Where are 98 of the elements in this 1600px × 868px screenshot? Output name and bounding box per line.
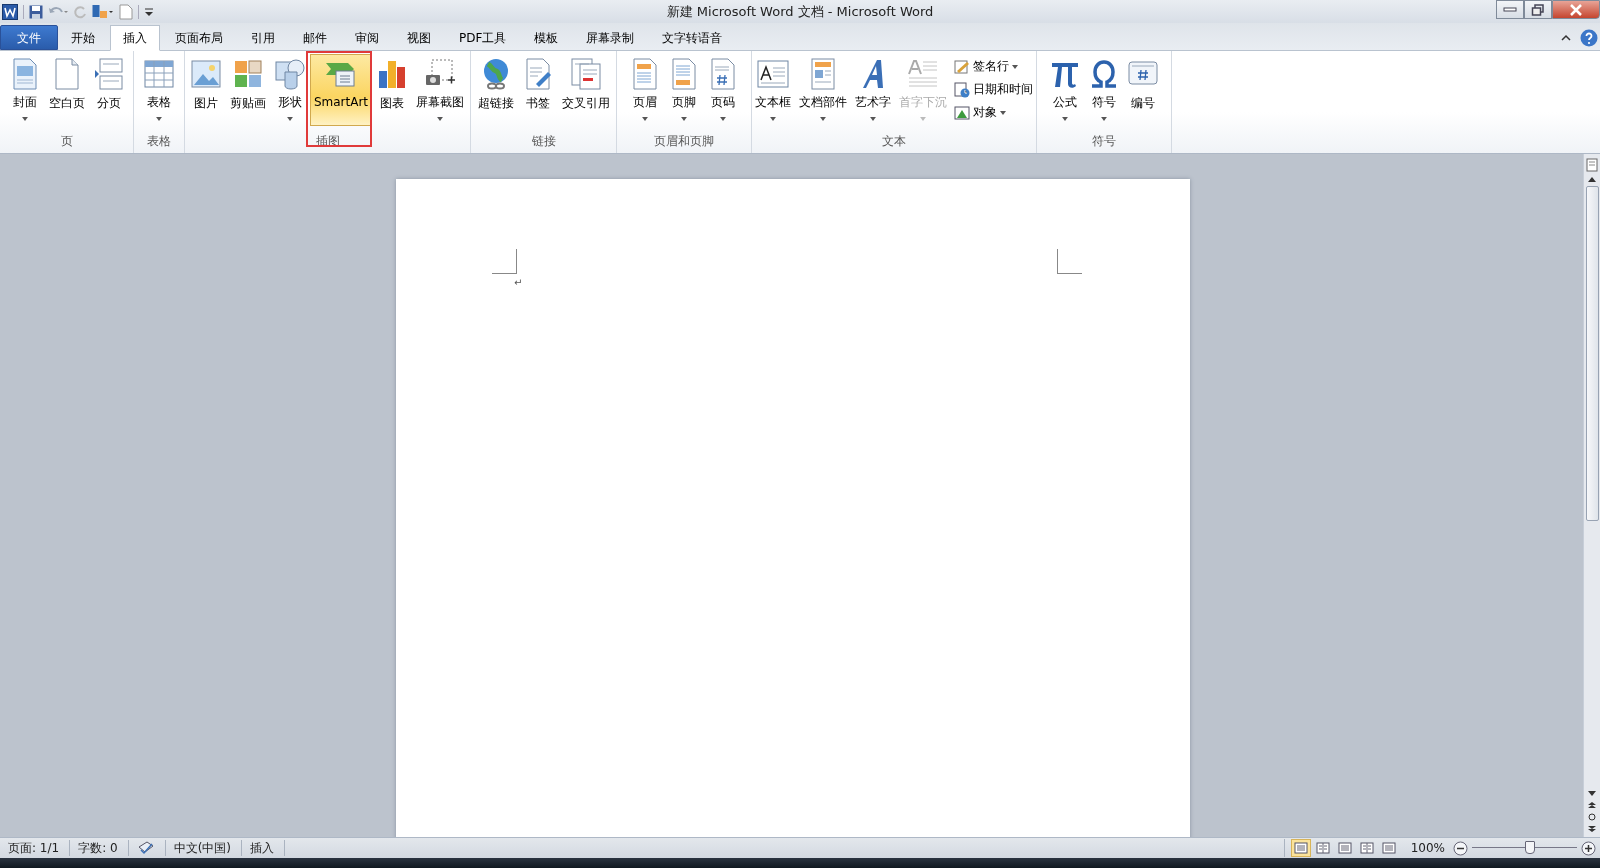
file-tab[interactable]: 文件 xyxy=(0,25,58,50)
ribbon-button[interactable]: 艺术字 xyxy=(851,54,895,126)
ribbon-button[interactable]: 书签 xyxy=(518,54,557,126)
print-layout-view-button[interactable] xyxy=(1290,839,1311,857)
ribbon-button[interactable]: 公式 xyxy=(1046,54,1084,126)
ribbon-button[interactable]: 封面 xyxy=(5,54,44,126)
ribbon-button[interactable]: 空白页 xyxy=(44,54,89,126)
status-item[interactable]: 插入 xyxy=(242,840,286,856)
paragraph-mark: ↵ xyxy=(514,277,523,288)
group-label: 表格 xyxy=(146,133,172,150)
ribbon-tab[interactable]: PDF工具 xyxy=(446,25,520,50)
status-item[interactable]: 中文(中国) xyxy=(165,840,243,856)
date-time-icon xyxy=(954,81,970,98)
status-item[interactable]: 字数: 0 xyxy=(70,840,129,856)
group-label: 页眉和页脚 xyxy=(653,133,715,150)
next-page-icon[interactable] xyxy=(1588,825,1596,833)
blank-page-icon xyxy=(52,58,81,90)
ribbon-button[interactable]: 日期和时间 xyxy=(951,79,1036,100)
ribbon-tab[interactable]: 屏幕录制 xyxy=(573,25,648,50)
ribbon-button[interactable]: 页码 xyxy=(704,54,742,126)
ribbon-button[interactable]: 编号 xyxy=(1124,54,1162,126)
bookmark-icon xyxy=(523,58,552,90)
ribbon-tab[interactable]: 插入 xyxy=(110,25,160,51)
ribbon-tab[interactable]: 开始 xyxy=(58,25,108,50)
collapse-ribbon-icon[interactable] xyxy=(1560,33,1572,43)
ribbon-button[interactable]: 页眉 xyxy=(626,54,664,126)
group-label: 页 xyxy=(59,133,74,150)
scroll-up-icon[interactable] xyxy=(1588,176,1596,182)
bar-chart-icon xyxy=(377,59,408,89)
proofing-icon[interactable] xyxy=(136,841,155,855)
ribbon-button[interactable]: 形状 xyxy=(270,54,309,126)
previous-page-icon[interactable] xyxy=(1588,801,1596,809)
signature-line-icon xyxy=(954,58,970,75)
ribbon-button[interactable]: 交叉引用 xyxy=(557,54,614,126)
zoom-level[interactable]: 100% xyxy=(1398,841,1453,855)
restore-button[interactable] xyxy=(1524,0,1552,19)
page-layout-icon[interactable] xyxy=(92,3,114,20)
clip-art-icon xyxy=(233,60,262,88)
margin-corner-mark xyxy=(1057,249,1082,274)
text-box-icon xyxy=(757,59,790,88)
ribbon-button[interactable]: 对象 xyxy=(951,102,1036,123)
cover-page-icon xyxy=(10,57,39,90)
ribbon-tab[interactable]: 模板 xyxy=(521,25,572,50)
zoom-slider[interactable] xyxy=(1472,840,1577,856)
help-icon[interactable] xyxy=(1580,29,1598,47)
page-number-icon xyxy=(710,57,736,90)
page-break-icon xyxy=(93,58,124,90)
object-icon xyxy=(954,104,970,121)
ribbon-button[interactable]: 文档部件 xyxy=(795,54,851,126)
ribbon-button[interactable]: 签名行 xyxy=(951,56,1036,77)
ruler-toggle-icon[interactable] xyxy=(1586,158,1598,172)
ribbon-button[interactable]: 剪贴画 xyxy=(225,54,270,126)
ribbon-tab[interactable]: 页面布局 xyxy=(162,25,236,50)
ribbon-button[interactable]: 超链接 xyxy=(473,54,518,126)
save-icon[interactable] xyxy=(29,4,43,19)
restore-icon xyxy=(1531,3,1545,16)
zoom-out-icon[interactable] xyxy=(1453,840,1468,856)
margin-corner-mark xyxy=(492,249,517,274)
ribbon-tab[interactable]: 引用 xyxy=(238,25,288,50)
picture-icon xyxy=(190,60,221,88)
drop-cap-icon xyxy=(906,57,939,90)
window-title: 新建 Microsoft Word 文档 - Microsoft Word xyxy=(666,3,934,21)
ribbon-button[interactable]: 屏幕截图 xyxy=(412,54,469,126)
cross-reference-icon xyxy=(569,58,602,90)
shapes-icon xyxy=(274,57,305,90)
table-icon xyxy=(144,59,174,88)
header-icon xyxy=(632,57,658,90)
ribbon-button[interactable]: 表格 xyxy=(140,54,178,126)
browse-object-icon[interactable] xyxy=(1588,813,1596,821)
footer-icon xyxy=(671,57,697,90)
zoom-in-icon[interactable] xyxy=(1581,840,1596,856)
ribbon-button[interactable]: 页脚 xyxy=(665,54,703,126)
close-button[interactable] xyxy=(1552,0,1600,19)
number-icon xyxy=(1128,60,1158,88)
zoom-slider-thumb[interactable] xyxy=(1524,841,1535,854)
ribbon-tab[interactable]: 视图 xyxy=(394,25,444,50)
vertical-scrollbar[interactable] xyxy=(1583,154,1600,837)
group-label: 文本 xyxy=(881,133,907,150)
omega-icon xyxy=(1089,58,1119,89)
ribbon-tab[interactable]: 审阅 xyxy=(342,25,392,50)
customize-icon[interactable] xyxy=(144,5,154,18)
scroll-down-icon[interactable] xyxy=(1588,791,1596,797)
group-label: 链接 xyxy=(530,133,557,150)
status-item[interactable]: 页面: 1/1 xyxy=(0,840,71,856)
ribbon-button[interactable]: 符号 xyxy=(1085,54,1123,126)
ribbon-button[interactable]: SmartArt xyxy=(309,54,373,126)
scroll-thumb[interactable] xyxy=(1585,186,1599,521)
ribbon-tab[interactable]: 邮件 xyxy=(290,25,340,50)
ribbon-button[interactable]: 图表 xyxy=(373,54,412,126)
ribbon-button[interactable]: 文本框 xyxy=(752,54,795,126)
ribbon-tab[interactable]: 文字转语音 xyxy=(649,25,736,50)
quick-parts-icon xyxy=(810,57,837,90)
group-label: 符号 xyxy=(1091,133,1117,150)
ribbon-button[interactable]: 图片 xyxy=(186,54,225,126)
minimize-icon xyxy=(1503,6,1517,13)
ribbon-button[interactable]: 分页 xyxy=(89,54,128,126)
close-icon xyxy=(1569,3,1583,16)
word-icon[interactable] xyxy=(2,3,18,20)
